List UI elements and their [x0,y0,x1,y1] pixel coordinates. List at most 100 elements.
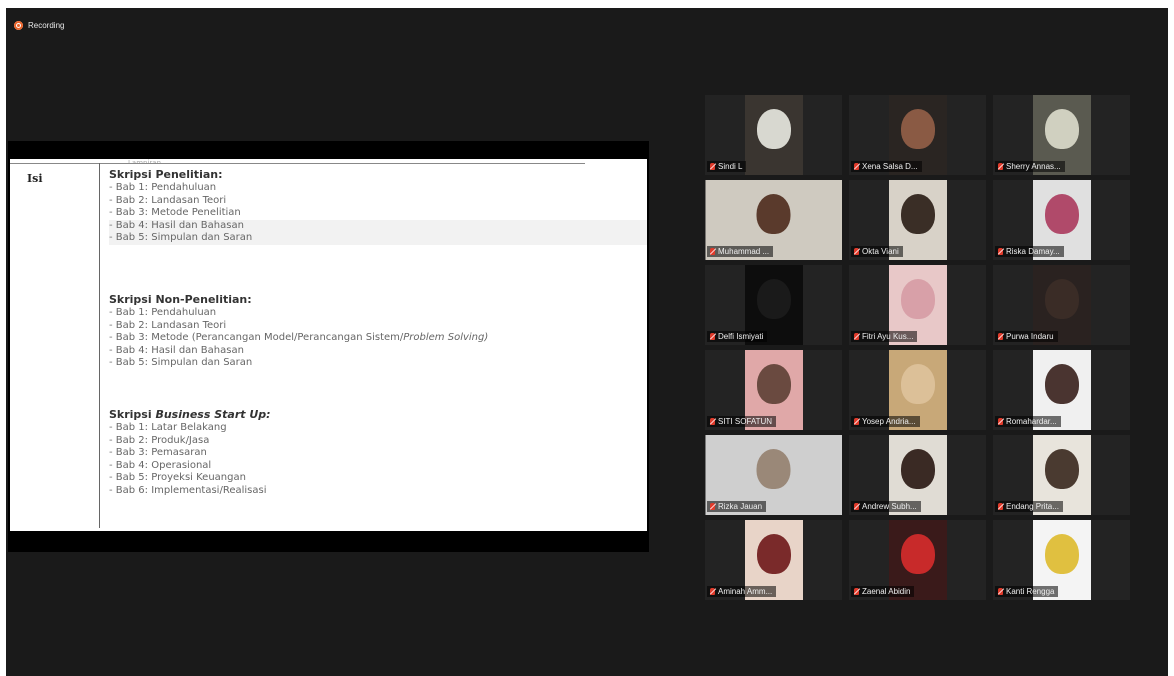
participant-face [1044,449,1079,489]
muted-mic-icon [998,248,1003,255]
participant-name-tag: Purwa Indaru [995,331,1058,342]
muted-mic-icon [710,418,715,425]
participant-tile[interactable]: Sherry Annas... [993,95,1130,175]
participant-gallery: Sindi L Xena Salsa D... Sherry Annas... Muh… [705,95,1130,600]
participant-name: Xena Salsa D... [862,162,918,171]
list-item: Bab 6: Implementasi/Realisasi [109,485,271,498]
muted-mic-icon [854,588,859,595]
participant-face [900,109,935,149]
section-list: Bab 1: Latar Belakang Bab 2: Produk/Jasa… [109,422,271,498]
participant-name-tag: Andrew Subh... [851,501,921,512]
participant-face [900,194,935,234]
participant-name-tag: SITI SOFATUN [707,416,777,427]
shared-slide: Lampiran Isi Skripsi Penelitian: Bab 1: … [10,159,647,531]
section-title: Skripsi Penelitian: [109,168,223,181]
list-item: Bab 2: Produk/Jasa [109,435,271,448]
muted-mic-icon [998,588,1003,595]
participant-face [756,364,791,404]
participant-tile[interactable]: Xena Salsa D... [849,95,986,175]
list-item-italic: Problem Solving) [403,332,489,344]
participant-tile[interactable]: Sindi L [705,95,842,175]
participant-name-tag: Okta Viani [851,246,903,257]
participant-tile[interactable]: Yosep Andria... [849,350,986,430]
muted-mic-icon [854,418,859,425]
participant-tile[interactable]: Kanti Rengga [993,520,1130,600]
participant-name: SITI SOFATUN [718,417,773,426]
participant-tile[interactable]: Okta Viani [849,180,986,260]
shared-screen: Lampiran Isi Skripsi Penelitian: Bab 1: … [8,141,649,552]
participant-name: Romahardar... [1006,417,1057,426]
section-skripsi-non-penelitian: Skripsi Non-Penelitian: Bab 1: Pendahulu… [109,293,488,370]
participant-name-tag: Romahardar... [995,416,1061,427]
muted-mic-icon [854,333,859,340]
list-item: Bab 5: Simpulan dan Saran [109,357,488,370]
participant-tile[interactable]: Aminah Amm... [705,520,842,600]
section-title-prefix: Skripsi [109,408,156,421]
participant-name-tag: Riska Damay... [995,246,1064,257]
participant-face [900,279,935,319]
participant-tile[interactable]: Rizka Jauan [705,435,842,515]
participant-face [1044,364,1079,404]
recording-icon [14,20,23,30]
muted-mic-icon [710,588,715,595]
section-skripsi-business-start-up: Skripsi Business Start Up: Bab 1: Latar … [109,408,271,498]
participant-tile[interactable]: Delfi Ismiyati [705,265,842,345]
participant-name-tag: Yosep Andria... [851,416,920,427]
participant-face [756,194,791,234]
participant-name: Fitri Ayu Kus... [862,332,914,341]
muted-mic-icon [710,163,715,170]
participant-tile[interactable]: SITI SOFATUN [705,350,842,430]
participant-video [744,95,803,175]
participant-name: Purwa Indaru [1006,332,1054,341]
participant-tile[interactable]: Zaenal Abidin [849,520,986,600]
table-column-divider [99,163,100,528]
participant-name: Rizka Jauan [718,502,763,511]
muted-mic-icon [998,418,1003,425]
participant-name: Sindi L [718,162,743,171]
list-item: Bab 1: Pendahuluan [109,182,647,195]
participant-face [1044,109,1079,149]
muted-mic-icon [998,503,1003,510]
list-item: Bab 4: Hasil dan Bahasan [109,345,488,358]
participant-tile[interactable]: Riska Damay... [993,180,1130,260]
participant-tile[interactable]: Romahardar... [993,350,1130,430]
muted-mic-icon [710,333,715,340]
participant-tile[interactable]: Purwa Indaru [993,265,1130,345]
participant-face [756,279,791,319]
muted-mic-icon [710,248,715,255]
participant-name: Delfi Ismiyati [718,332,764,341]
muted-mic-icon [998,163,1003,170]
participant-tile[interactable]: Muhammad ... [705,180,842,260]
participant-name-tag: Endang Prita... [995,501,1063,512]
muted-mic-icon [710,503,715,510]
participant-tile[interactable]: Endang Prita... [993,435,1130,515]
list-item: Bab 2: Landasan Teori [109,320,488,333]
list-item-text: Bab 3: Metode (Perancangan Model/Peranca… [115,332,404,344]
muted-mic-icon [854,163,859,170]
list-item: Bab 3: Pemasaran [109,447,271,460]
participant-face [900,449,935,489]
list-item: Bab 3: Metode Penelitian [109,207,647,220]
list-item: Bab 5: Proyeksi Keuangan [109,472,271,485]
list-item: Bab 3: Metode (Perancangan Model/Peranca… [109,332,488,345]
list-item: Bab 1: Latar Belakang [109,422,271,435]
list-item: Bab 2: Landasan Teori [109,195,647,208]
meeting-window: Recording Lampiran Isi Skripsi Penelitia… [6,8,1168,676]
list-item: Bab 4: Hasil dan Bahasan [109,219,647,233]
participant-face [1044,194,1079,234]
section-title: Skripsi Business Start Up: [109,408,271,422]
muted-mic-icon [854,248,859,255]
participant-name-tag: Aminah Amm... [707,586,777,597]
list-item: Bab 4: Operasional [109,460,271,473]
participant-name-tag: Zaenal Abidin [851,586,915,597]
section-skripsi-penelitian: Skripsi Penelitian: Bab 1: Pendahuluan B… [109,168,647,245]
participant-face [756,449,791,489]
participant-name: Sherry Annas... [1006,162,1061,171]
participant-face [900,364,935,404]
recording-indicator[interactable]: Recording [14,18,64,32]
participant-tile[interactable]: Fitri Ayu Kus... [849,265,986,345]
participant-tile[interactable]: Andrew Subh... [849,435,986,515]
participant-name: Endang Prita... [1006,502,1059,511]
participant-name: Okta Viani [862,247,899,256]
participant-name: Zaenal Abidin [862,587,911,596]
